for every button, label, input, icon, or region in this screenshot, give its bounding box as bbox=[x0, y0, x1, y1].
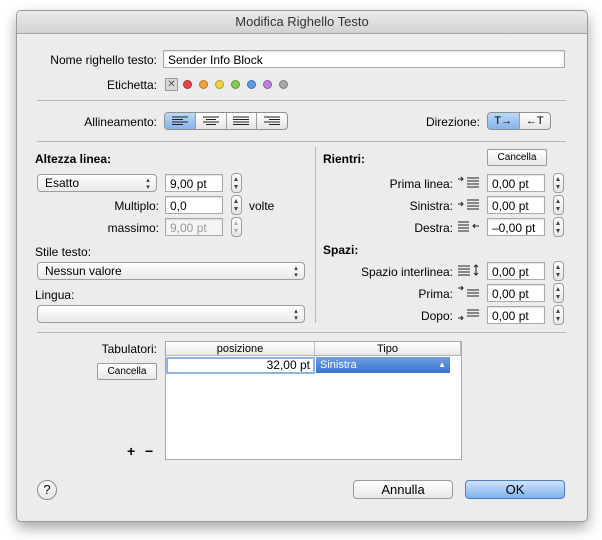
spacing-title: Spazi: bbox=[323, 243, 359, 257]
ok-button[interactable]: OK bbox=[465, 480, 565, 499]
align-left-icon bbox=[171, 116, 188, 125]
first-line-indent-icon bbox=[458, 176, 479, 188]
popup-arrows-icon: ▴▾ bbox=[144, 176, 151, 190]
popup-arrows-icon: ▲ bbox=[438, 360, 446, 369]
right-indent-label: Destra: bbox=[414, 221, 453, 235]
align-justify-icon bbox=[233, 116, 250, 125]
tabs-cancel-button[interactable]: Cancella bbox=[97, 363, 157, 380]
indents-title: Rientri: bbox=[323, 152, 365, 166]
direction-label: Direzione: bbox=[425, 115, 480, 129]
right-indent-icon bbox=[458, 221, 479, 232]
space-after-label: Dopo: bbox=[420, 309, 453, 323]
tabs-table: posizione Tipo 32,00 pt Sinistra ▲ bbox=[165, 341, 462, 460]
line-height-stepper[interactable] bbox=[231, 173, 242, 193]
text-style-value: Nessun valore bbox=[45, 264, 122, 278]
tag-colors bbox=[183, 80, 293, 90]
line-height-mode-value: Esatto bbox=[45, 176, 80, 190]
popup-arrows-icon: ▴▾ bbox=[292, 307, 299, 321]
first-line-label: Prima linea: bbox=[389, 177, 453, 191]
left-indent-label: Sinistra: bbox=[409, 199, 453, 213]
separator bbox=[37, 141, 566, 142]
tag-color-dot[interactable] bbox=[231, 80, 240, 89]
line-spacing-field[interactable]: 0,00 pt bbox=[487, 262, 545, 280]
tag-color-dot[interactable] bbox=[183, 80, 192, 89]
column-header-type[interactable]: Tipo bbox=[315, 342, 461, 356]
tag-color-dot[interactable] bbox=[279, 80, 288, 89]
alignment-label: Allineamento: bbox=[84, 115, 157, 129]
line-spacing-label: Spazio interlinea: bbox=[360, 265, 453, 279]
tab-position-cell[interactable]: 32,00 pt bbox=[166, 357, 315, 374]
direction-control: T→ ←T bbox=[487, 112, 551, 130]
line-height-title: Altezza linea: bbox=[35, 152, 112, 166]
multiple-stepper[interactable] bbox=[231, 195, 242, 215]
window-title: Modifica Righello Testo bbox=[17, 11, 587, 34]
language-label: Lingua: bbox=[35, 288, 75, 302]
multiple-label: Multiplo: bbox=[114, 199, 159, 213]
indents-cancel-button[interactable]: Cancella bbox=[487, 149, 547, 166]
multiple-field[interactable]: 0,0 bbox=[165, 196, 223, 214]
multiple-unit-label: volte bbox=[249, 199, 275, 213]
tab-type-value: Sinistra bbox=[320, 359, 357, 371]
space-after-stepper[interactable] bbox=[553, 305, 564, 325]
cancel-button[interactable]: Annulla bbox=[353, 480, 453, 499]
line-height-field[interactable]: 9,00 pt bbox=[165, 174, 223, 192]
no-tag-icon[interactable]: ✕ bbox=[165, 78, 178, 91]
first-line-stepper[interactable] bbox=[553, 173, 564, 193]
left-indent-icon bbox=[458, 199, 479, 210]
text-style-popup[interactable]: Nessun valore ▴▾ bbox=[37, 262, 305, 280]
tabs-label: Tabulatori: bbox=[101, 342, 157, 356]
max-field: 9,00 pt bbox=[165, 218, 223, 236]
separator bbox=[37, 100, 566, 101]
align-justify-button[interactable] bbox=[227, 113, 258, 129]
text-style-label: Stile testo: bbox=[35, 245, 92, 259]
space-before-field[interactable]: 0,00 pt bbox=[487, 284, 545, 302]
right-indent-stepper[interactable] bbox=[553, 217, 564, 237]
max-label: massimo: bbox=[107, 221, 159, 235]
left-indent-field[interactable]: 0,00 pt bbox=[487, 196, 545, 214]
direction-ltr-button[interactable]: T→ bbox=[488, 113, 520, 129]
first-line-field[interactable]: 0,00 pt bbox=[487, 174, 545, 192]
add-tab-button[interactable]: + bbox=[127, 443, 135, 459]
dialog-window: Modifica Righello Testo Nome righello te… bbox=[16, 10, 588, 522]
language-popup[interactable]: ▴▾ bbox=[37, 305, 305, 323]
space-after-field[interactable]: 0,00 pt bbox=[487, 306, 545, 324]
line-height-mode-popup[interactable]: Esatto ▴▾ bbox=[37, 174, 157, 192]
tag-color-dot[interactable] bbox=[247, 80, 256, 89]
name-field[interactable]: Sender Info Block bbox=[163, 50, 565, 68]
align-right-icon bbox=[264, 116, 281, 125]
max-stepper bbox=[231, 217, 242, 237]
remove-tab-button[interactable]: − bbox=[145, 443, 153, 459]
help-button[interactable]: ? bbox=[37, 480, 57, 500]
left-indent-stepper[interactable] bbox=[553, 195, 564, 215]
alignment-control bbox=[164, 112, 288, 130]
line-spacing-icon bbox=[458, 264, 479, 276]
align-center-icon bbox=[202, 116, 219, 125]
column-divider bbox=[315, 147, 316, 323]
tag-color-dot[interactable] bbox=[263, 80, 272, 89]
right-indent-field[interactable]: –0,00 pt bbox=[487, 218, 545, 236]
space-before-label: Prima: bbox=[418, 287, 453, 301]
align-center-button[interactable] bbox=[196, 113, 227, 129]
separator bbox=[37, 332, 566, 333]
space-before-icon bbox=[458, 286, 479, 297]
tab-type-popup[interactable]: Sinistra ▲ bbox=[316, 357, 450, 373]
tag-color-dot[interactable] bbox=[215, 80, 224, 89]
direction-rtl-button[interactable]: ←T bbox=[520, 113, 551, 129]
name-label: Nome righello testo: bbox=[50, 53, 157, 67]
space-after-icon bbox=[458, 309, 479, 320]
popup-arrows-icon: ▴▾ bbox=[292, 264, 299, 278]
column-header-position[interactable]: posizione bbox=[166, 342, 315, 356]
line-spacing-stepper[interactable] bbox=[553, 261, 564, 281]
space-before-stepper[interactable] bbox=[553, 283, 564, 303]
align-right-button[interactable] bbox=[257, 113, 287, 129]
tag-label: Etichetta: bbox=[106, 78, 157, 92]
align-left-button[interactable] bbox=[165, 113, 196, 129]
tag-color-dot[interactable] bbox=[199, 80, 208, 89]
